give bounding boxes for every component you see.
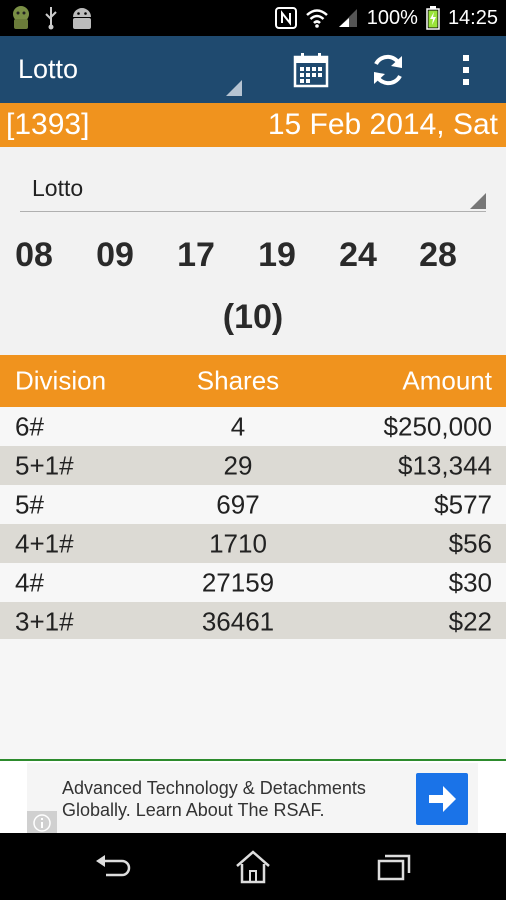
draw-number: [1393] bbox=[6, 108, 90, 141]
bonus-number: (10) bbox=[222, 298, 284, 336]
clock: 14:25 bbox=[447, 6, 498, 29]
status-bar: 100% 14:25 bbox=[0, 0, 506, 36]
row-division: 6# bbox=[15, 411, 44, 441]
row-division: 3+1# bbox=[15, 606, 74, 636]
navigation-bar bbox=[0, 833, 506, 900]
draw-info-bar: [1393] 15 Feb 2014, Sat bbox=[0, 103, 506, 147]
row-shares: 697 bbox=[216, 489, 260, 519]
empty-content-area bbox=[0, 639, 506, 759]
winning-number: 24 bbox=[339, 236, 377, 274]
back-icon[interactable] bbox=[92, 849, 132, 885]
winning-numbers: 08 09 17 19 24 28 bbox=[0, 236, 506, 280]
arrow-right-icon bbox=[429, 786, 456, 812]
row-amount: $13,344 bbox=[398, 450, 492, 480]
table-row: 4+1# 1710 $56 bbox=[0, 524, 506, 563]
ad-open-button[interactable] bbox=[416, 773, 468, 825]
wifi-icon bbox=[305, 9, 328, 28]
overflow-menu-icon[interactable] bbox=[446, 50, 486, 90]
winning-number: 08 bbox=[15, 236, 53, 274]
table-row: 5+1# 29 $13,344 bbox=[0, 446, 506, 485]
battery-charging-icon bbox=[426, 6, 440, 30]
table-header: Division Shares Amount bbox=[0, 355, 506, 407]
ad-banner[interactable]: Advanced Technology & Detachments Global… bbox=[0, 759, 506, 835]
app-title-spinner[interactable]: Lotto bbox=[18, 54, 78, 85]
recent-apps-icon[interactable] bbox=[373, 849, 413, 885]
row-shares: 36461 bbox=[201, 606, 275, 636]
row-amount: $22 bbox=[448, 606, 492, 636]
game-select[interactable]: Lotto bbox=[20, 165, 486, 212]
ad-info-icon[interactable] bbox=[27, 811, 57, 835]
winning-number: 17 bbox=[177, 236, 215, 274]
winning-number: 19 bbox=[258, 236, 296, 274]
row-shares: 1710 bbox=[209, 528, 267, 558]
home-icon[interactable] bbox=[233, 849, 273, 885]
row-shares: 4 bbox=[230, 411, 246, 441]
usb-icon bbox=[45, 7, 57, 30]
system-status: 100% 14:25 bbox=[274, 0, 498, 36]
android-debug-icon bbox=[73, 8, 91, 29]
ad-content[interactable]: Advanced Technology & Detachments Global… bbox=[27, 763, 478, 835]
row-amount: $30 bbox=[448, 567, 492, 597]
notification-icons bbox=[10, 5, 94, 31]
prize-table: Division Shares Amount 6# 4 $250,000 5+1… bbox=[0, 355, 506, 641]
android-robot-icon bbox=[13, 6, 29, 29]
calendar-icon[interactable] bbox=[291, 50, 331, 90]
title-spinner-arrow-icon[interactable] bbox=[226, 80, 242, 96]
battery-percent: 100% bbox=[366, 6, 418, 29]
table-row: 6# 4 $250,000 bbox=[0, 407, 506, 446]
winning-number: 09 bbox=[96, 236, 134, 274]
row-division: 5+1# bbox=[15, 450, 74, 480]
header-division: Division bbox=[15, 365, 107, 396]
signal-icon bbox=[338, 9, 357, 27]
nfc-icon bbox=[274, 7, 297, 29]
row-amount: $250,000 bbox=[383, 411, 492, 441]
row-division: 4# bbox=[15, 567, 44, 597]
winning-number: 28 bbox=[419, 236, 457, 274]
row-division: 4+1# bbox=[15, 528, 74, 558]
row-shares: 27159 bbox=[201, 567, 275, 597]
row-division: 5# bbox=[15, 489, 44, 519]
table-row: 4# 27159 $30 bbox=[0, 563, 506, 602]
header-shares: Shares bbox=[196, 365, 280, 396]
action-bar: Lotto bbox=[0, 36, 506, 103]
row-amount: $56 bbox=[448, 528, 492, 558]
row-amount: $577 bbox=[434, 489, 492, 519]
row-shares: 29 bbox=[223, 450, 253, 480]
game-select-value: Lotto bbox=[32, 175, 84, 201]
dropdown-arrow-icon bbox=[470, 193, 486, 209]
refresh-icon[interactable] bbox=[368, 50, 408, 90]
table-row: 3+1# 36461 $22 bbox=[0, 602, 506, 641]
table-row: 5# 697 $577 bbox=[0, 485, 506, 524]
draw-date: 15 Feb 2014, Sat bbox=[267, 108, 498, 141]
ad-text[interactable]: Advanced Technology & Detachments Global… bbox=[62, 777, 402, 821]
header-amount: Amount bbox=[402, 365, 492, 396]
